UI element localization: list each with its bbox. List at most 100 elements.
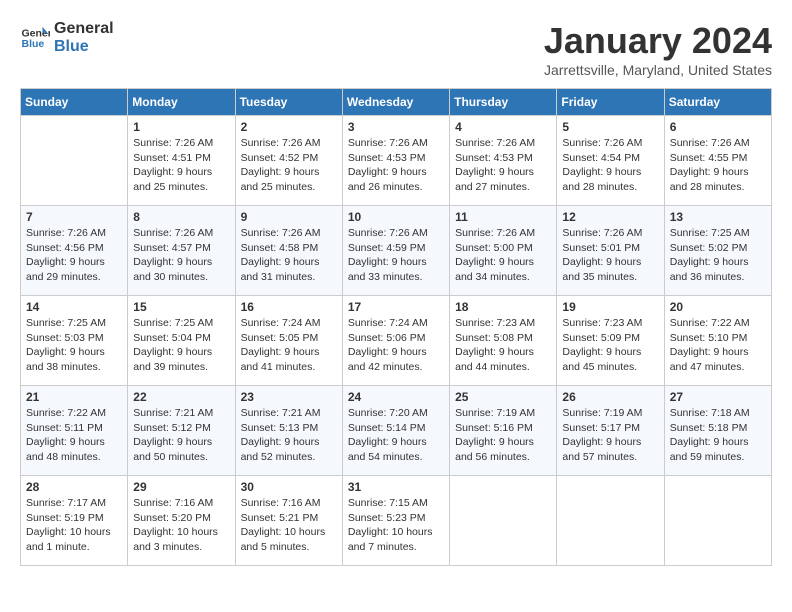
daylight: Daylight: 10 hours and 1 minute.: [26, 525, 122, 554]
sunrise: Sunrise: 7:26 AM: [455, 136, 551, 151]
calendar-cell: 16 Sunrise: 7:24 AM Sunset: 5:05 PM Dayl…: [235, 296, 342, 386]
calendar-cell: 13 Sunrise: 7:25 AM Sunset: 5:02 PM Dayl…: [664, 206, 771, 296]
sunset: Sunset: 5:21 PM: [241, 511, 337, 526]
sunrise: Sunrise: 7:25 AM: [26, 316, 122, 331]
day-info: Sunrise: 7:24 AM Sunset: 5:06 PM Dayligh…: [348, 316, 444, 375]
day-info: Sunrise: 7:23 AM Sunset: 5:08 PM Dayligh…: [455, 316, 551, 375]
day-info: Sunrise: 7:22 AM Sunset: 5:10 PM Dayligh…: [670, 316, 766, 375]
daylight: Daylight: 9 hours and 57 minutes.: [562, 435, 658, 464]
sunrise: Sunrise: 7:17 AM: [26, 496, 122, 511]
calendar-cell: 17 Sunrise: 7:24 AM Sunset: 5:06 PM Dayl…: [342, 296, 449, 386]
day-number: 8: [133, 210, 229, 224]
day-number: 30: [241, 480, 337, 494]
calendar-header-row: SundayMondayTuesdayWednesdayThursdayFrid…: [21, 89, 772, 116]
calendar-header-saturday: Saturday: [664, 89, 771, 116]
day-info: Sunrise: 7:15 AM Sunset: 5:23 PM Dayligh…: [348, 496, 444, 555]
sunrise: Sunrise: 7:26 AM: [562, 226, 658, 241]
day-info: Sunrise: 7:26 AM Sunset: 4:56 PM Dayligh…: [26, 226, 122, 285]
calendar-cell: 14 Sunrise: 7:25 AM Sunset: 5:03 PM Dayl…: [21, 296, 128, 386]
sunrise: Sunrise: 7:22 AM: [670, 316, 766, 331]
daylight: Daylight: 9 hours and 27 minutes.: [455, 165, 551, 194]
daylight: Daylight: 9 hours and 31 minutes.: [241, 255, 337, 284]
calendar-cell: [21, 116, 128, 206]
day-number: 6: [670, 120, 766, 134]
day-number: 3: [348, 120, 444, 134]
daylight: Daylight: 9 hours and 45 minutes.: [562, 345, 658, 374]
sunrise: Sunrise: 7:19 AM: [562, 406, 658, 421]
sunset: Sunset: 4:55 PM: [670, 151, 766, 166]
calendar-table: SundayMondayTuesdayWednesdayThursdayFrid…: [20, 88, 772, 566]
day-number: 18: [455, 300, 551, 314]
title-section: January 2024 Jarrettsville, Maryland, Un…: [544, 20, 772, 78]
calendar-week-row: 7 Sunrise: 7:26 AM Sunset: 4:56 PM Dayli…: [21, 206, 772, 296]
sunrise: Sunrise: 7:24 AM: [241, 316, 337, 331]
day-number: 10: [348, 210, 444, 224]
day-number: 11: [455, 210, 551, 224]
sunrise: Sunrise: 7:15 AM: [348, 496, 444, 511]
day-info: Sunrise: 7:21 AM Sunset: 5:13 PM Dayligh…: [241, 406, 337, 465]
daylight: Daylight: 9 hours and 42 minutes.: [348, 345, 444, 374]
calendar-cell: 12 Sunrise: 7:26 AM Sunset: 5:01 PM Dayl…: [557, 206, 664, 296]
sunrise: Sunrise: 7:26 AM: [241, 226, 337, 241]
day-info: Sunrise: 7:26 AM Sunset: 4:57 PM Dayligh…: [133, 226, 229, 285]
calendar-cell: [557, 476, 664, 566]
sunrise: Sunrise: 7:23 AM: [562, 316, 658, 331]
page-header: General Blue General Blue January 2024 J…: [20, 20, 772, 78]
calendar-cell: 1 Sunrise: 7:26 AM Sunset: 4:51 PM Dayli…: [128, 116, 235, 206]
daylight: Daylight: 9 hours and 29 minutes.: [26, 255, 122, 284]
day-info: Sunrise: 7:26 AM Sunset: 4:59 PM Dayligh…: [348, 226, 444, 285]
calendar-cell: 8 Sunrise: 7:26 AM Sunset: 4:57 PM Dayli…: [128, 206, 235, 296]
calendar-cell: 15 Sunrise: 7:25 AM Sunset: 5:04 PM Dayl…: [128, 296, 235, 386]
calendar-cell: [450, 476, 557, 566]
sunset: Sunset: 4:53 PM: [348, 151, 444, 166]
sunset: Sunset: 5:10 PM: [670, 331, 766, 346]
day-number: 17: [348, 300, 444, 314]
calendar-week-row: 1 Sunrise: 7:26 AM Sunset: 4:51 PM Dayli…: [21, 116, 772, 206]
sunrise: Sunrise: 7:16 AM: [133, 496, 229, 511]
sunset: Sunset: 4:58 PM: [241, 241, 337, 256]
day-info: Sunrise: 7:26 AM Sunset: 4:53 PM Dayligh…: [455, 136, 551, 195]
daylight: Daylight: 9 hours and 33 minutes.: [348, 255, 444, 284]
calendar-cell: 3 Sunrise: 7:26 AM Sunset: 4:53 PM Dayli…: [342, 116, 449, 206]
svg-text:Blue: Blue: [22, 38, 45, 50]
calendar-cell: 23 Sunrise: 7:21 AM Sunset: 5:13 PM Dayl…: [235, 386, 342, 476]
location: Jarrettsville, Maryland, United States: [544, 62, 772, 78]
sunset: Sunset: 4:51 PM: [133, 151, 229, 166]
daylight: Daylight: 10 hours and 5 minutes.: [241, 525, 337, 554]
calendar-cell: 29 Sunrise: 7:16 AM Sunset: 5:20 PM Dayl…: [128, 476, 235, 566]
day-number: 24: [348, 390, 444, 404]
daylight: Daylight: 9 hours and 34 minutes.: [455, 255, 551, 284]
calendar-cell: [664, 476, 771, 566]
daylight: Daylight: 10 hours and 3 minutes.: [133, 525, 229, 554]
day-number: 9: [241, 210, 337, 224]
daylight: Daylight: 9 hours and 38 minutes.: [26, 345, 122, 374]
day-number: 1: [133, 120, 229, 134]
sunset: Sunset: 5:11 PM: [26, 421, 122, 436]
sunrise: Sunrise: 7:26 AM: [348, 226, 444, 241]
daylight: Daylight: 9 hours and 52 minutes.: [241, 435, 337, 464]
daylight: Daylight: 9 hours and 48 minutes.: [26, 435, 122, 464]
calendar-cell: 11 Sunrise: 7:26 AM Sunset: 5:00 PM Dayl…: [450, 206, 557, 296]
day-info: Sunrise: 7:16 AM Sunset: 5:20 PM Dayligh…: [133, 496, 229, 555]
daylight: Daylight: 9 hours and 25 minutes.: [241, 165, 337, 194]
sunset: Sunset: 5:17 PM: [562, 421, 658, 436]
day-number: 2: [241, 120, 337, 134]
sunrise: Sunrise: 7:18 AM: [670, 406, 766, 421]
sunrise: Sunrise: 7:19 AM: [455, 406, 551, 421]
sunrise: Sunrise: 7:26 AM: [670, 136, 766, 151]
day-info: Sunrise: 7:26 AM Sunset: 4:58 PM Dayligh…: [241, 226, 337, 285]
day-info: Sunrise: 7:19 AM Sunset: 5:17 PM Dayligh…: [562, 406, 658, 465]
logo-icon: General Blue: [20, 23, 50, 53]
sunset: Sunset: 5:12 PM: [133, 421, 229, 436]
daylight: Daylight: 9 hours and 41 minutes.: [241, 345, 337, 374]
calendar-cell: 30 Sunrise: 7:16 AM Sunset: 5:21 PM Dayl…: [235, 476, 342, 566]
sunrise: Sunrise: 7:26 AM: [562, 136, 658, 151]
calendar-cell: 25 Sunrise: 7:19 AM Sunset: 5:16 PM Dayl…: [450, 386, 557, 476]
daylight: Daylight: 9 hours and 28 minutes.: [562, 165, 658, 194]
daylight: Daylight: 10 hours and 7 minutes.: [348, 525, 444, 554]
daylight: Daylight: 9 hours and 59 minutes.: [670, 435, 766, 464]
day-number: 28: [26, 480, 122, 494]
daylight: Daylight: 9 hours and 56 minutes.: [455, 435, 551, 464]
calendar-cell: 20 Sunrise: 7:22 AM Sunset: 5:10 PM Dayl…: [664, 296, 771, 386]
sunrise: Sunrise: 7:25 AM: [670, 226, 766, 241]
